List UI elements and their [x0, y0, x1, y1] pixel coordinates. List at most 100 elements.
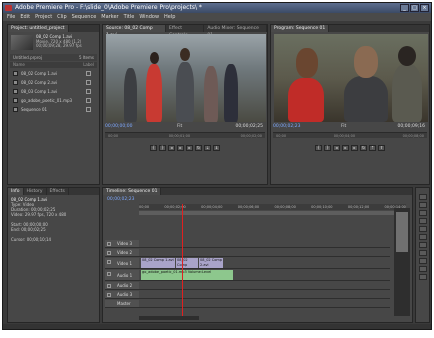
rate-stretch-tool-icon[interactable] [419, 226, 427, 232]
ruler-tick: 00;00;04;00 [201, 205, 223, 209]
rolling-edit-tool-icon[interactable] [419, 218, 427, 224]
set-in-icon[interactable]: { [150, 145, 157, 151]
tab-effect-controls[interactable]: Effect Controls [166, 25, 205, 38]
item-label: 08_02 Comp 1.avi [21, 71, 58, 76]
hand-tool-icon[interactable] [419, 266, 427, 272]
label-swatch [86, 71, 91, 76]
list-item[interactable]: 08_02 Comp 1.avi [10, 69, 97, 78]
source-transport: { } ◂ ▸ ▸ ↻ ⇣ ⇓ [113, 141, 257, 155]
list-item[interactable]: 08_03 Comp 1.avi [10, 87, 97, 96]
set-out-icon[interactable]: } [324, 145, 331, 151]
insert-icon[interactable]: ⇣ [204, 145, 211, 151]
program-video-frame [274, 34, 428, 122]
slip-tool-icon[interactable] [419, 242, 427, 248]
timeline-ruler[interactable]: 00;00 00;00;02;00 00;00;04;00 00;00;06;0… [139, 204, 406, 210]
program-transport: { } ◂ ▸ ▸ ↻ ⇡ ⇑ [281, 141, 419, 155]
tab-effects[interactable]: Effects [47, 188, 69, 195]
source-ruler[interactable]: 00;00 00;00;01;00 00;00;02;00 [105, 132, 265, 138]
track-master: Master [105, 300, 390, 308]
tab-timeline[interactable]: Timeline: Sequence 01 [103, 188, 162, 195]
maximize-button[interactable]: □ [410, 4, 419, 12]
razor-tool-icon[interactable] [419, 234, 427, 240]
set-in-icon[interactable]: { [315, 145, 322, 151]
pen-tool-icon[interactable] [419, 258, 427, 264]
track-select-tool-icon[interactable] [419, 202, 427, 208]
video-clip[interactable]: 08_02 Comp [176, 258, 198, 268]
eye-icon[interactable] [107, 260, 111, 264]
column-label[interactable]: Label [83, 62, 94, 68]
eye-icon[interactable] [107, 242, 111, 246]
program-ruler[interactable]: 00;00 00;00;04;00 00;00;08;00 [273, 132, 427, 138]
ripple-edit-tool-icon[interactable] [419, 210, 427, 216]
menu-title[interactable]: Title [124, 13, 135, 21]
lift-icon[interactable]: ⇡ [369, 145, 376, 151]
ruler-tick: 00;00;02;00 [240, 134, 262, 138]
program-zoom[interactable]: Fit [341, 124, 346, 130]
list-item[interactable]: Sequence 01 [10, 105, 97, 114]
list-item[interactable]: 08_02 Comp 2.avi [10, 78, 97, 87]
close-button[interactable]: × [420, 4, 429, 12]
timeline-timecode[interactable]: 00;00;02;23 [107, 197, 134, 202]
menu-edit[interactable]: Edit [20, 13, 30, 21]
tab-audio-mixer[interactable]: Audio Mixer: Sequence 01 [204, 25, 268, 38]
program-monitor: Program: Sequence 01 00;00;02;23 Fit 00;… [270, 24, 430, 185]
play-icon[interactable]: ▸ [177, 145, 184, 151]
speaker-icon[interactable] [107, 293, 111, 297]
clip-duration: 00;00;09;28, 29.97 fps [36, 43, 82, 49]
selection-tool-icon[interactable] [419, 194, 427, 200]
step-forward-icon[interactable]: ▸ [186, 145, 193, 151]
speaker-icon[interactable] [107, 272, 111, 276]
menu-window[interactable]: Window [139, 13, 159, 21]
playhead[interactable] [181, 204, 183, 316]
zoom-tool-icon[interactable] [419, 274, 427, 280]
program-timecode[interactable]: 00;00;02;23 [273, 124, 300, 129]
timeline-zoom-slider[interactable] [139, 316, 199, 320]
clip-label: 08_02 Comp 1.avi [142, 258, 174, 262]
extract-icon[interactable]: ⇑ [378, 145, 385, 151]
set-out-icon[interactable]: } [159, 145, 166, 151]
work-area-bar[interactable] [139, 211, 406, 215]
step-back-icon[interactable]: ◂ [168, 145, 175, 151]
list-item[interactable]: go_adobe_poetic_01.mp3 [10, 96, 97, 105]
source-zoom[interactable]: Fit [177, 124, 182, 130]
tab-program[interactable]: Program: Sequence 01 [271, 25, 330, 32]
audio-clip[interactable]: go_adobe_poetic_01.mp3 Volume:Level [141, 270, 233, 280]
play-icon[interactable]: ▸ [342, 145, 349, 151]
scrollbar-thumb[interactable] [396, 212, 408, 252]
loop-icon[interactable]: ↻ [360, 145, 367, 151]
tab-history[interactable]: History [24, 188, 47, 195]
video-clip[interactable]: 08_02 Comp 1.avi [141, 258, 175, 268]
menu-marker[interactable]: Marker [101, 13, 118, 21]
video-clip[interactable]: 08_02 Comp 2.avi [199, 258, 223, 268]
step-back-icon[interactable]: ◂ [333, 145, 340, 151]
tab-project[interactable]: Project: untitled_project [8, 25, 69, 32]
sequence-icon [13, 107, 18, 112]
menu-clip[interactable]: Clip [57, 13, 66, 21]
step-forward-icon[interactable]: ▸ [351, 145, 358, 151]
list-header: Name Label [10, 62, 97, 68]
ruler-tick: 00;00;08;00 [402, 134, 424, 138]
menu-sequence[interactable]: Sequence [72, 13, 97, 21]
speaker-icon[interactable] [107, 284, 111, 288]
loop-icon[interactable]: ↻ [195, 145, 202, 151]
info-line: Cursor: 00;00;10;14 [11, 237, 52, 242]
menu-project[interactable]: Project [35, 13, 52, 21]
menu-bar: File Edit Project Clip Sequence Marker T… [3, 13, 431, 21]
tab-info[interactable]: Info [8, 188, 24, 195]
clip-thumbnail [11, 35, 33, 50]
ruler-tick: 00;00;10;00 [311, 205, 333, 209]
source-timecode[interactable]: 00;00;00;00 [105, 124, 132, 129]
column-name[interactable]: Name [13, 62, 25, 67]
tab-source[interactable]: Source: 08_02 Comp 1.avi [103, 25, 167, 38]
track-label: Video 2 [117, 250, 133, 255]
slide-tool-icon[interactable] [419, 250, 427, 256]
bin-bar: Untitled.prproj 5 Items [10, 54, 97, 61]
menu-file[interactable]: File [7, 13, 15, 21]
minimize-button[interactable]: _ [400, 4, 409, 12]
item-label: 08_02 Comp 2.avi [21, 80, 58, 85]
overlay-icon[interactable]: ⇓ [213, 145, 220, 151]
eye-icon[interactable] [107, 251, 111, 255]
menu-help[interactable]: Help [164, 13, 175, 21]
track-video-2: Video 2 [105, 249, 390, 257]
timeline-scrollbar[interactable] [394, 208, 410, 316]
